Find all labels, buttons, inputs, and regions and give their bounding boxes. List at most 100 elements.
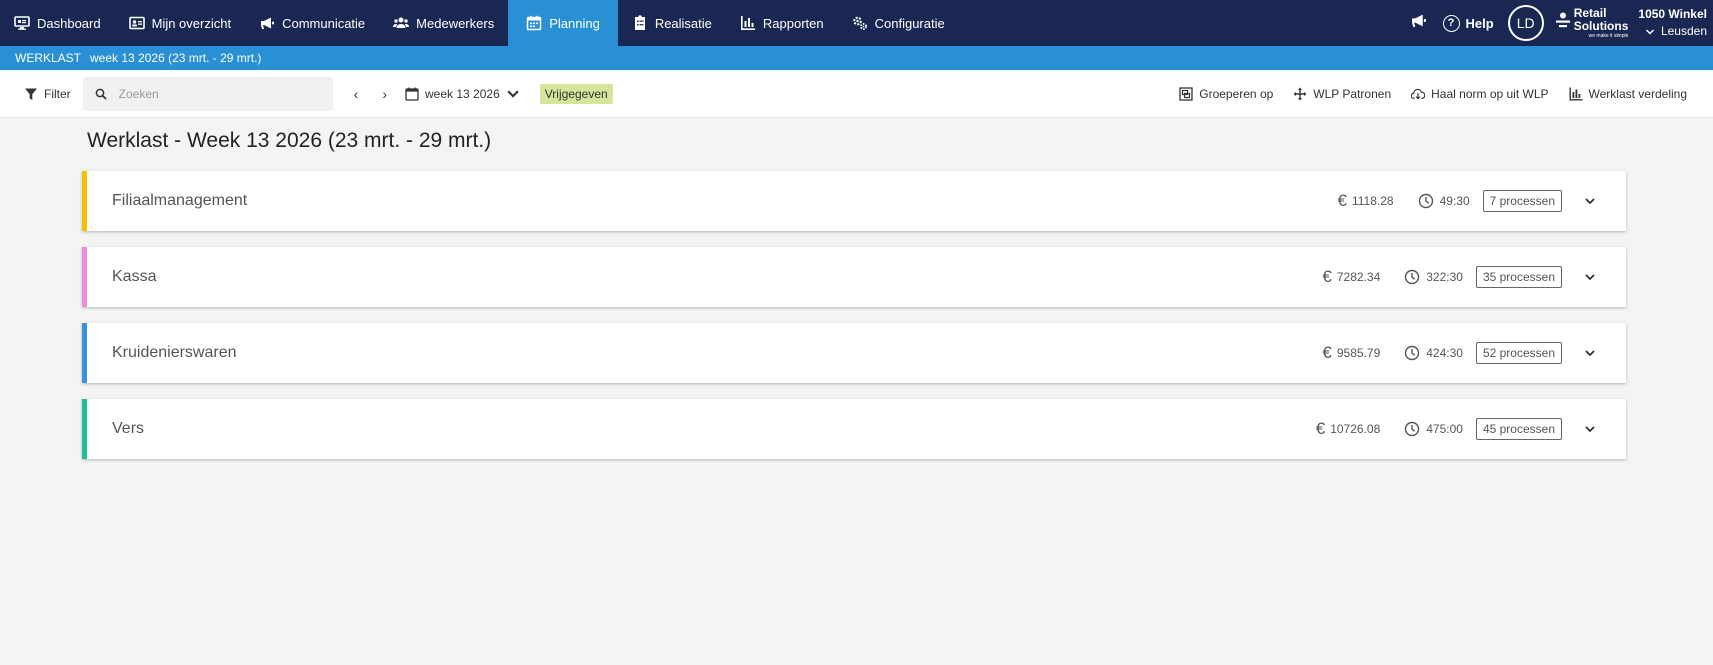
group-time: 322:30 — [1404, 269, 1463, 285]
logo-tagline: we make it simple — [1588, 33, 1629, 39]
group-time-value: 424:30 — [1426, 346, 1463, 360]
toolbar: Filter ‹ › week 13 2026 Vrijgegeven Groe… — [0, 70, 1713, 118]
search-box — [82, 76, 333, 111]
workload-group-card[interactable]: Kruidenierswaren €9585.79 424:30 52 proc… — [82, 323, 1626, 383]
workload-distribution-button[interactable]: Werklast verdeling — [1569, 87, 1687, 101]
group-cost-value: 10726.08 — [1330, 422, 1381, 436]
search-icon — [95, 88, 107, 100]
group-cost: €10726.08 — [1316, 419, 1381, 439]
chevron-down-icon[interactable] — [1584, 423, 1596, 435]
group-time: 424:30 — [1404, 345, 1463, 361]
status-badge: Vrijgegeven — [539, 83, 613, 104]
workload-group-card[interactable]: Kassa €7282.34 322:30 35 processen — [82, 247, 1626, 307]
euro-icon: € — [1322, 343, 1332, 362]
chevron-down-icon[interactable] — [1584, 271, 1596, 283]
calendar-icon — [405, 87, 419, 101]
previous-week-button[interactable]: ‹ — [342, 86, 371, 102]
euro-icon: € — [1315, 419, 1326, 438]
megaphone-icon — [1411, 14, 1426, 27]
wlp-patterns-button[interactable]: WLP Patronen — [1293, 87, 1391, 101]
group-cost-value: 1118.28 — [1351, 194, 1394, 208]
avatar[interactable]: LD — [1507, 5, 1544, 41]
users-icon — [393, 17, 410, 28]
group-color-bar — [82, 323, 87, 383]
group-processes-badge: 45 processen — [1475, 418, 1562, 440]
top-navigation: Dashboard Mijn overzicht Communicatie Me… — [0, 0, 1713, 46]
calendar-icon — [526, 15, 542, 31]
gears-icon — [852, 16, 867, 30]
nav-communicatie-label: Communicatie — [282, 15, 366, 31]
group-cost: €1118.28 — [1338, 191, 1394, 211]
euro-icon: € — [1322, 267, 1332, 286]
page-title: Werklast - Week 13 2026 (23 mrt. - 29 mr… — [87, 129, 492, 152]
store-selector[interactable]: 1050 Winkel Leusden — [1638, 6, 1713, 40]
nav-rapporten-label: Rapporten — [762, 15, 824, 31]
nav-planning[interactable]: Planning — [508, 0, 618, 46]
help-label: Help — [1465, 15, 1494, 31]
nav-medewerkers[interactable]: Medewerkers — [379, 0, 508, 46]
group-processes-badge: 35 processen — [1475, 266, 1562, 288]
cloud-download-icon — [1411, 88, 1426, 99]
chevron-down-icon — [1645, 28, 1654, 35]
group-by-button[interactable]: Groeperen op — [1179, 87, 1273, 101]
search-input[interactable] — [118, 86, 299, 101]
group-time-value: 322:30 — [1426, 270, 1463, 284]
group-color-bar — [82, 171, 87, 231]
bar-chart-icon — [1569, 87, 1583, 100]
wlp-patterns-label: WLP Patronen — [1313, 86, 1392, 101]
chevron-down-icon[interactable] — [1584, 195, 1596, 207]
nav-realisatie[interactable]: Realisatie — [618, 0, 726, 46]
logo-line2: Solutions — [1573, 19, 1629, 33]
nav-medewerkers-label: Medewerkers — [416, 15, 495, 31]
week-selector[interactable]: week 13 2026 — [405, 87, 520, 101]
nav-dashboard[interactable]: Dashboard — [0, 0, 115, 46]
clock-icon — [1405, 345, 1420, 361]
nav-communicatie[interactable]: Communicatie — [245, 0, 379, 46]
group-color-bar — [82, 247, 87, 307]
help-button[interactable]: ? Help — [1439, 14, 1506, 32]
group-cost: €9585.79 — [1322, 343, 1380, 363]
bar-chart-icon — [740, 16, 755, 30]
fetch-norm-label: Haal norm op uit WLP — [1431, 86, 1549, 101]
subheader-period: week 13 2026 (23 mrt. - 29 mrt.) — [90, 51, 262, 65]
group-color-bar — [82, 399, 87, 459]
announcements-button[interactable] — [1398, 12, 1439, 34]
group-name: Vers — [112, 420, 145, 437]
workload-group-card[interactable]: Vers €10726.08 475:00 45 processen — [82, 399, 1626, 459]
subheader-label: WERKLAST — [15, 51, 82, 65]
nav-configuratie[interactable]: Configuratie — [838, 0, 959, 46]
move-arrows-icon — [1293, 87, 1307, 100]
group-processes-badge: 7 processen — [1482, 190, 1562, 212]
group-cost-value: 9585.79 — [1336, 346, 1381, 360]
clock-icon — [1405, 421, 1420, 437]
nav-planning-label: Planning — [549, 15, 600, 31]
chevron-down-icon[interactable] — [1584, 347, 1596, 359]
workload-group-card[interactable]: Filiaalmanagement €1118.28 49:30 7 proce… — [82, 171, 1626, 231]
fetch-norm-button[interactable]: Haal norm op uit WLP — [1411, 86, 1549, 101]
page-subheader: WERKLAST week 13 2026 (23 mrt. - 29 mrt.… — [0, 46, 1713, 70]
group-time: 49:30 — [1418, 193, 1470, 209]
filter-icon — [25, 88, 37, 100]
question-circle-icon: ? — [1442, 14, 1460, 32]
nav-dashboard-label: Dashboard — [37, 15, 101, 31]
group-name: Kassa — [112, 268, 157, 285]
group-time-value: 49:30 — [1439, 194, 1470, 208]
next-week-button[interactable]: › — [370, 86, 399, 102]
group-time: 475:00 — [1404, 421, 1463, 437]
group-time-value: 475:00 — [1426, 422, 1463, 436]
group-cost-value: 7282.34 — [1336, 270, 1381, 284]
filter-button[interactable]: Filter — [24, 87, 71, 101]
week-label: week 13 2026 — [425, 86, 500, 101]
clock-icon — [1405, 269, 1420, 285]
filter-label: Filter — [44, 86, 71, 101]
nav-mijn-overzicht[interactable]: Mijn overzicht — [115, 0, 245, 46]
nav-realisatie-label: Realisatie — [654, 15, 712, 31]
nav-rapporten[interactable]: Rapporten — [726, 0, 838, 46]
clipboard-icon — [634, 15, 645, 30]
clock-icon — [1418, 193, 1433, 209]
group-cost: €7282.34 — [1322, 267, 1380, 287]
store-name: 1050 Winkel — [1638, 7, 1707, 21]
retail-solutions-logo: Retail Solutions we make it simple — [1552, 7, 1639, 39]
chevron-down-icon — [507, 89, 519, 98]
group-icon — [1179, 86, 1193, 101]
